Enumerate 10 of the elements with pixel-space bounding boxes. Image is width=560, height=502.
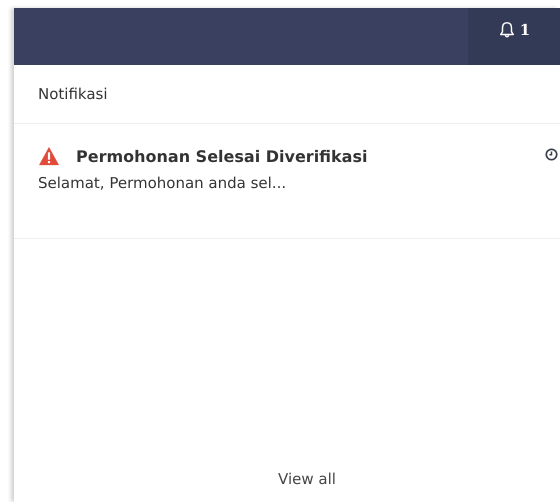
notification-title: Permohonan Selesai Diverifikasi	[76, 146, 368, 166]
notification-preview: Selamat, Permohonan anda sel...	[38, 174, 288, 192]
notification-item[interactable]: Permohonan Selesai Diverifikasi Selamat, Permohonan anda sel...	[14, 124, 560, 239]
panel-title: Notifikasi	[14, 65, 560, 124]
clock-icon	[545, 148, 558, 161]
view-all-link[interactable]: View all	[278, 470, 336, 488]
warning-icon	[38, 146, 60, 166]
bell-icon	[498, 21, 516, 39]
notification-count: 1	[520, 21, 530, 39]
notification-button[interactable]: 1	[468, 8, 560, 65]
